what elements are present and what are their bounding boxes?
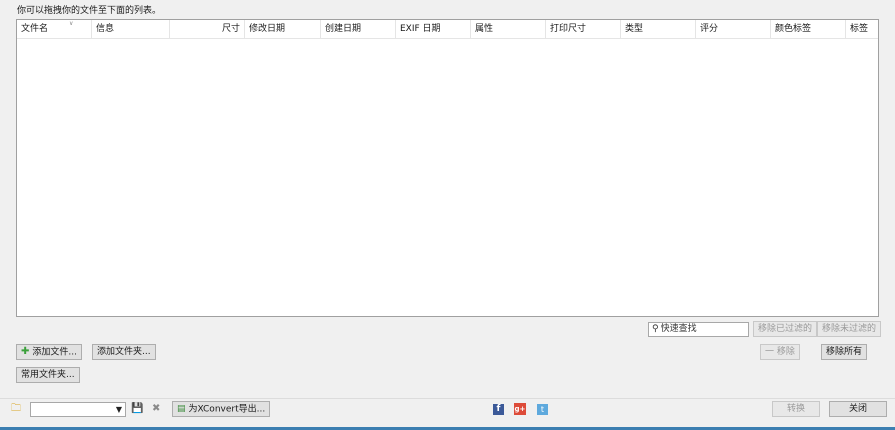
- sort-caret-icon: ∨: [69, 20, 74, 27]
- output-folder-combo[interactable]: ▼: [30, 402, 126, 417]
- twitter-icon[interactable]: t: [537, 404, 548, 415]
- remove-filtered-button[interactable]: 移除已过滤的: [753, 321, 818, 337]
- column-header-size[interactable]: 尺寸: [170, 20, 245, 39]
- googleplus-icon[interactable]: g+: [514, 403, 526, 415]
- delete-icon[interactable]: ✖: [152, 403, 160, 415]
- column-header-print-size[interactable]: 打印尺寸: [546, 20, 621, 39]
- file-list[interactable]: 文件名 ∨ 信息 尺寸 修改日期 创建日期 EXIF 日期 属性 打印尺寸 类型…: [16, 19, 879, 317]
- quick-search-input[interactable]: ⚲ 快速查找: [648, 322, 749, 337]
- column-header-filename[interactable]: 文件名: [17, 20, 92, 39]
- remove-unfiltered-button[interactable]: 移除未过滤的: [817, 321, 882, 337]
- save-icon[interactable]: 💾: [131, 403, 143, 415]
- remove-all-button[interactable]: 移除所有: [821, 344, 868, 360]
- column-header-exif-date[interactable]: EXIF 日期: [396, 20, 471, 39]
- add-folder-button[interactable]: 添加文件夹...: [92, 344, 156, 360]
- add-files-label: 添加文件...: [32, 347, 77, 358]
- chevron-down-icon: ▼: [115, 405, 122, 414]
- quick-search-placeholder: 快速查找: [660, 324, 697, 334]
- search-icon: ⚲: [652, 324, 659, 334]
- footer-separator: [0, 398, 895, 399]
- column-header-info[interactable]: 信息: [92, 20, 170, 39]
- export-xconvert-button[interactable]: ▤ 为XConvert导出...: [172, 401, 271, 417]
- close-button[interactable]: 关闭: [829, 401, 887, 417]
- column-header-tags[interactable]: 标签: [846, 20, 878, 39]
- convert-button[interactable]: 转换: [772, 401, 820, 417]
- export-xconvert-label: 为XConvert导出...: [188, 404, 266, 415]
- add-files-button[interactable]: ✚ 添加文件...: [16, 344, 82, 360]
- list-header: 文件名 ∨ 信息 尺寸 修改日期 创建日期 EXIF 日期 属性 打印尺寸 类型…: [17, 20, 878, 39]
- column-header-modified[interactable]: 修改日期: [245, 20, 321, 39]
- column-header-color-label[interactable]: 颜色标签: [771, 20, 846, 39]
- add-icon: ✚: [21, 346, 30, 357]
- facebook-icon[interactable]: f: [493, 404, 504, 415]
- export-icon: ▤: [177, 404, 186, 414]
- column-header-created[interactable]: 创建日期: [321, 20, 396, 39]
- favorite-folders-button[interactable]: 常用文件夹...: [16, 367, 80, 383]
- folder-icon[interactable]: 🗀: [11, 403, 21, 415]
- remove-button[interactable]: 一 移除: [760, 344, 800, 360]
- drag-drop-hint: 你可以拖拽你的文件至下面的列表。: [17, 6, 162, 16]
- column-header-type[interactable]: 类型: [621, 20, 696, 39]
- column-header-rating[interactable]: 评分: [696, 20, 771, 39]
- column-header-attributes[interactable]: 属性: [471, 20, 546, 39]
